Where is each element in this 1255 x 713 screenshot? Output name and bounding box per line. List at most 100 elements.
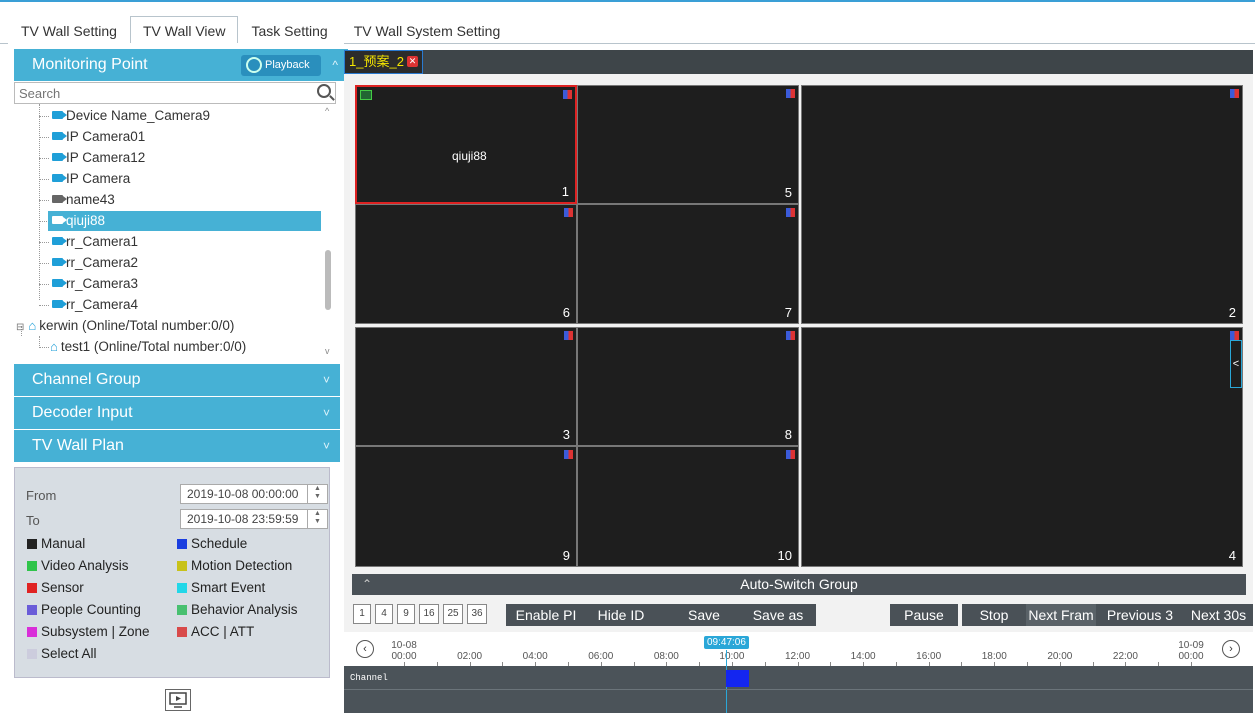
cell-number: 7 [784,305,792,320]
stop-button[interactable]: Stop [962,604,1026,626]
tree-item-camera[interactable]: name43 [52,190,115,210]
video-cell[interactable]: 6 [355,204,577,324]
checkbox-motion-detection[interactable]: Motion Detection [177,558,292,573]
checkbox-acc-att[interactable]: ACC | ATT [177,624,254,639]
checkbox-icon [27,583,37,593]
decoder-input-header[interactable]: Decoder Input ˅ [14,397,340,429]
tab-task-setting[interactable]: Task Setting [238,16,340,44]
video-cell[interactable]: 3 [355,327,577,446]
video-cell[interactable]: 2 [801,85,1243,324]
pause-button[interactable]: Pause [890,604,958,626]
layout-9-button[interactable]: 9 [397,604,415,624]
current-time-marker[interactable]: 09:47:06 [704,636,749,649]
checkbox-schedule[interactable]: Schedule [177,536,247,551]
save-button[interactable]: Save [656,604,752,626]
tree-item-camera[interactable]: rr_Camera2 [52,253,138,273]
previous-3-button[interactable]: Previous 3 [1096,604,1184,626]
chevron-down-icon: ˅ [322,373,330,387]
camera-icon [52,153,67,161]
close-icon[interactable]: ✕ [407,56,418,67]
layout-1-button[interactable]: 1 [353,604,371,624]
checkbox-subsystem-zone[interactable]: Subsystem | Zone [27,624,150,639]
checkbox-sensor[interactable]: Sensor [27,580,84,595]
save-as-button[interactable]: Save as [740,604,816,626]
camera-icon [52,258,67,266]
checkbox-manual[interactable]: Manual [27,536,85,551]
timeline-tick [994,662,996,666]
playback-monitor-icon[interactable] [165,689,191,711]
search-icon[interactable] [317,84,331,98]
monitoring-point-header[interactable]: Monitoring Point Playback ^ [14,49,348,81]
chevron-up-icon[interactable]: ^ [332,49,338,81]
checkbox-label: Smart Event [191,580,266,595]
playback-button[interactable]: Playback [241,55,321,76]
camera-icon [52,111,67,119]
next-30s-button[interactable]: Next 30s [1184,604,1253,626]
layout-25-button[interactable]: 25 [443,604,463,624]
tree-item-camera[interactable]: rr_Camera3 [52,274,138,294]
double-chevron-up-icon[interactable]: ⌃ [362,574,372,595]
layout-36-button[interactable]: 36 [467,604,487,624]
from-value: 2019-10-08 00:00:00 [187,487,299,501]
checkbox-label: ACC | ATT [191,624,255,639]
tree-item-camera[interactable]: rr_Camera1 [52,232,138,252]
to-datetime[interactable]: 2019-10-08 23:59:59 ▲ ▼ [180,509,328,529]
tree-item-camera[interactable]: rr_Camera4 [52,295,138,315]
spinner-icon[interactable]: ▲ ▼ [307,510,327,528]
layout-16-button[interactable]: 16 [419,604,439,624]
tree-item-camera[interactable]: IP Camera01 [52,127,145,147]
tree-guide [39,137,49,138]
checkbox-label: Motion Detection [191,558,293,573]
checkbox-behavior-analysis[interactable]: Behavior Analysis [177,602,298,617]
scroll-up-icon[interactable]: ^ [325,106,329,116]
tab-tv-wall-system-setting[interactable]: TV Wall System Setting [341,16,514,44]
checkbox-video-analysis[interactable]: Video Analysis [27,558,129,573]
video-cell[interactable]: 4 [801,327,1243,567]
camera-icon [52,216,67,224]
tree-item-group[interactable]: ⊟ ⌂ kerwin (Online/Total number:0/0) [16,316,234,336]
tree-scrollbar[interactable] [325,250,331,310]
plan-tab[interactable]: 1_预案_2 ✕ [344,50,423,74]
search-input[interactable] [15,83,305,103]
timeline-tick [633,662,635,666]
timeline-tick [535,662,537,666]
tree-item-group[interactable]: ⌂ test1 (Online/Total number:0/0) [50,337,246,357]
timeline-prev-icon[interactable]: ‹ [356,640,374,658]
tree-item-camera[interactable]: Device Name_Camera9 [52,106,210,126]
cell-number: 2 [1228,305,1236,320]
video-cell[interactable]: 8 [577,327,799,446]
tree-guide [39,158,49,159]
auto-switch-group-bar[interactable]: ⌃ Auto-Switch Group [352,574,1246,595]
enable-pip-button[interactable]: Enable PI [506,604,586,626]
tree-item-camera[interactable]: IP Camera12 [52,148,145,168]
spinner-icon[interactable]: ▲ ▼ [307,485,327,503]
checkbox-people-counting[interactable]: People Counting [27,602,141,617]
recording-segment[interactable] [726,670,749,687]
video-cell[interactable]: 9 [355,446,577,567]
cell-number: 10 [777,548,792,563]
from-datetime[interactable]: 2019-10-08 00:00:00 ▲ ▼ [180,484,328,504]
camera-icon [52,237,67,245]
cell-number: 4 [1228,548,1236,563]
hide-id-button[interactable]: Hide ID [586,604,656,626]
timeline-next-icon[interactable]: › [1222,640,1240,658]
checkbox-smart-event[interactable]: Smart Event [177,580,265,595]
collapse-icon[interactable]: ⊟ [16,322,24,333]
video-cell[interactable]: qiuji88 1 [355,85,577,204]
checkbox-select-all[interactable]: Select All [27,646,97,661]
scroll-down-icon[interactable]: v [325,346,330,356]
tv-wall-plan-header[interactable]: TV Wall Plan ˅ [14,430,340,462]
timeline[interactable]: ‹ › 10-08 00:00 10-09 00:00 02:00 04:00 06… [344,632,1253,713]
tab-tv-wall-setting[interactable]: TV Wall Setting [8,16,130,44]
tree-guide [39,179,49,180]
video-cell[interactable]: 10 [577,446,799,567]
channel-group-header[interactable]: Channel Group ˅ [14,364,340,396]
tree-item-camera[interactable]: IP Camera [52,169,130,189]
video-cell[interactable]: 7 [577,204,799,324]
next-frame-button[interactable]: Next Fram [1026,604,1096,626]
video-cell[interactable]: 5 [577,85,799,204]
side-panel-toggle[interactable]: < [1230,340,1242,388]
tree-item-camera-selected[interactable]: qiuji88 [48,211,321,231]
layout-4-button[interactable]: 4 [375,604,393,624]
tab-tv-wall-view[interactable]: TV Wall View [129,16,239,44]
